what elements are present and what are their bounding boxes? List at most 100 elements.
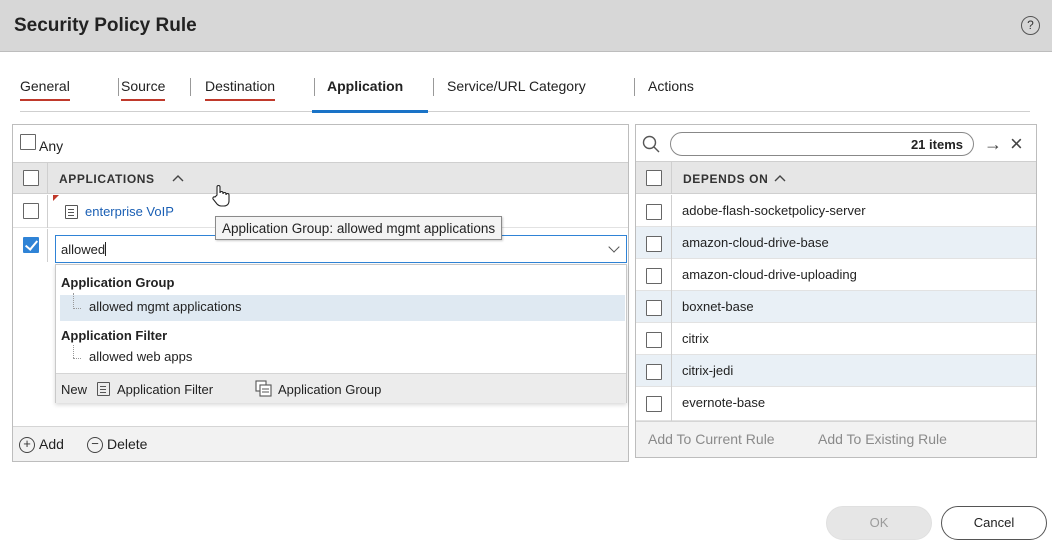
tab-separator bbox=[433, 78, 434, 96]
tab-source[interactable]: Source bbox=[121, 78, 166, 101]
tab-bar: General Source Destination Application S… bbox=[20, 78, 1030, 113]
item-count: 21 items bbox=[910, 137, 963, 152]
chevron-up-icon[interactable] bbox=[774, 174, 786, 182]
tab-service-url-category[interactable]: Service/URL Category bbox=[447, 78, 586, 99]
column-divider bbox=[671, 355, 672, 387]
search-icon[interactable] bbox=[642, 135, 660, 153]
dialog-titlebar: Security Policy Rule ? bbox=[0, 0, 1052, 52]
row-checkbox[interactable] bbox=[646, 268, 662, 284]
column-divider bbox=[671, 195, 672, 227]
applications-header: APPLICATIONS bbox=[13, 162, 628, 194]
depends-on-item: amazon-cloud-drive-base bbox=[682, 235, 829, 250]
tab-general[interactable]: General bbox=[20, 78, 70, 101]
chevron-up-icon[interactable] bbox=[172, 174, 184, 182]
list-item[interactable]: amazon-cloud-drive-base bbox=[636, 227, 1036, 259]
column-divider bbox=[671, 259, 672, 291]
column-divider bbox=[671, 162, 672, 194]
depends-on-header: DEPENDS ON bbox=[636, 161, 1036, 194]
chevron-down-icon[interactable] bbox=[608, 241, 620, 253]
tree-line bbox=[73, 358, 81, 359]
any-checkbox[interactable] bbox=[20, 134, 36, 150]
application-filter-icon[interactable] bbox=[97, 382, 110, 396]
any-label: Any bbox=[39, 138, 64, 154]
delete-button[interactable]: Delete bbox=[107, 436, 147, 452]
new-label: New bbox=[61, 382, 88, 397]
new-application-group-link[interactable]: Application Group bbox=[278, 382, 381, 397]
tab-separator bbox=[118, 78, 119, 96]
add-to-current-rule-button[interactable]: Add To Current Rule bbox=[648, 431, 775, 447]
active-tab-indicator bbox=[312, 110, 428, 113]
tab-separator bbox=[190, 78, 191, 96]
column-divider bbox=[671, 323, 672, 355]
warning-flag-icon bbox=[53, 195, 59, 201]
select-all-checkbox[interactable] bbox=[23, 170, 39, 186]
add-to-existing-rule-button[interactable]: Add To Existing Rule bbox=[818, 431, 947, 447]
column-divider bbox=[671, 387, 672, 421]
depends-on-column-header[interactable]: DEPENDS ON bbox=[683, 172, 768, 186]
new-application-filter-link[interactable]: Application Filter bbox=[117, 382, 213, 397]
column-divider bbox=[671, 291, 672, 323]
depends-on-item: adobe-flash-socketpolicy-server bbox=[682, 203, 866, 218]
help-icon[interactable]: ? bbox=[1021, 16, 1040, 35]
depends-on-item: evernote-base bbox=[682, 395, 766, 410]
tree-line bbox=[73, 345, 74, 358]
applications-footer: + Add − Delete bbox=[13, 426, 628, 461]
row-checkbox[interactable] bbox=[646, 396, 662, 412]
cancel-button[interactable]: Cancel bbox=[941, 506, 1047, 540]
list-item[interactable]: adobe-flash-socketpolicy-server bbox=[636, 195, 1036, 227]
list-item[interactable]: amazon-cloud-drive-uploading bbox=[636, 259, 1036, 291]
depends-on-footer: Add To Current Rule Add To Existing Rule bbox=[636, 421, 1036, 457]
column-divider bbox=[47, 163, 48, 194]
application-group-icon[interactable] bbox=[255, 380, 272, 397]
delete-icon[interactable]: − bbox=[87, 437, 103, 453]
dialog-title: Security Policy Rule bbox=[14, 15, 197, 36]
ok-button[interactable]: OK bbox=[826, 506, 932, 540]
depends-on-item: boxnet-base bbox=[682, 299, 754, 314]
column-divider bbox=[47, 229, 48, 262]
depends-on-item: amazon-cloud-drive-uploading bbox=[682, 267, 857, 282]
tab-destination[interactable]: Destination bbox=[205, 78, 276, 101]
dropdown-item-allowed-mgmt-applications[interactable]: allowed mgmt applications bbox=[89, 299, 241, 314]
hand-cursor-icon bbox=[212, 185, 230, 207]
list-item[interactable]: boxnet-base bbox=[636, 291, 1036, 323]
add-button[interactable]: Add bbox=[39, 436, 64, 452]
list-item[interactable]: citrix bbox=[636, 323, 1036, 355]
dropdown-footer: New Application Filter Application Group bbox=[56, 373, 626, 403]
depends-on-item: citrix-jedi bbox=[682, 363, 734, 378]
search-input[interactable]: 21 items bbox=[670, 132, 974, 156]
row-checkbox[interactable] bbox=[646, 236, 662, 252]
application-dropdown: Application Group allowed mgmt applicati… bbox=[55, 264, 627, 403]
tab-application[interactable]: Application bbox=[327, 78, 403, 99]
arrow-right-icon[interactable]: → bbox=[984, 134, 1002, 155]
tab-separator bbox=[314, 78, 315, 96]
combobox-text: allowed bbox=[61, 242, 106, 257]
applications-panel: Any APPLICATIONS enterprise VoIP allowed… bbox=[12, 124, 629, 462]
close-icon[interactable]: × bbox=[1010, 131, 1023, 157]
row-checkbox-checked[interactable] bbox=[23, 237, 39, 253]
row-checkbox[interactable] bbox=[23, 203, 39, 219]
list-item[interactable]: citrix-jedi bbox=[636, 355, 1036, 387]
application-filter-icon bbox=[65, 205, 78, 219]
list-item[interactable]: evernote-base bbox=[636, 387, 1036, 421]
application-link[interactable]: enterprise VoIP bbox=[85, 204, 174, 219]
row-checkbox[interactable] bbox=[646, 364, 662, 380]
row-checkbox[interactable] bbox=[646, 332, 662, 348]
tree-line bbox=[73, 293, 74, 309]
dropdown-item-allowed-web-apps[interactable]: allowed web apps bbox=[89, 349, 192, 364]
applications-column-header[interactable]: APPLICATIONS bbox=[59, 172, 155, 186]
application-combobox-value[interactable]: allowed bbox=[61, 242, 107, 257]
tooltip: Application Group: allowed mgmt applicat… bbox=[215, 216, 503, 240]
tree-line bbox=[73, 308, 81, 309]
row-checkbox[interactable] bbox=[646, 300, 662, 316]
depends-on-panel: 21 items → × DEPENDS ON adobe-flash-sock… bbox=[635, 124, 1037, 458]
add-icon[interactable]: + bbox=[19, 437, 35, 453]
dropdown-group-application-group: Application Group bbox=[61, 275, 175, 290]
column-divider bbox=[47, 195, 48, 228]
depends-on-item: citrix bbox=[682, 331, 709, 346]
tab-separator bbox=[634, 78, 635, 96]
column-divider bbox=[671, 227, 672, 259]
tab-actions[interactable]: Actions bbox=[648, 78, 694, 99]
row-checkbox[interactable] bbox=[646, 204, 662, 220]
select-all-checkbox[interactable] bbox=[646, 170, 662, 186]
dropdown-group-application-filter: Application Filter bbox=[61, 328, 168, 343]
